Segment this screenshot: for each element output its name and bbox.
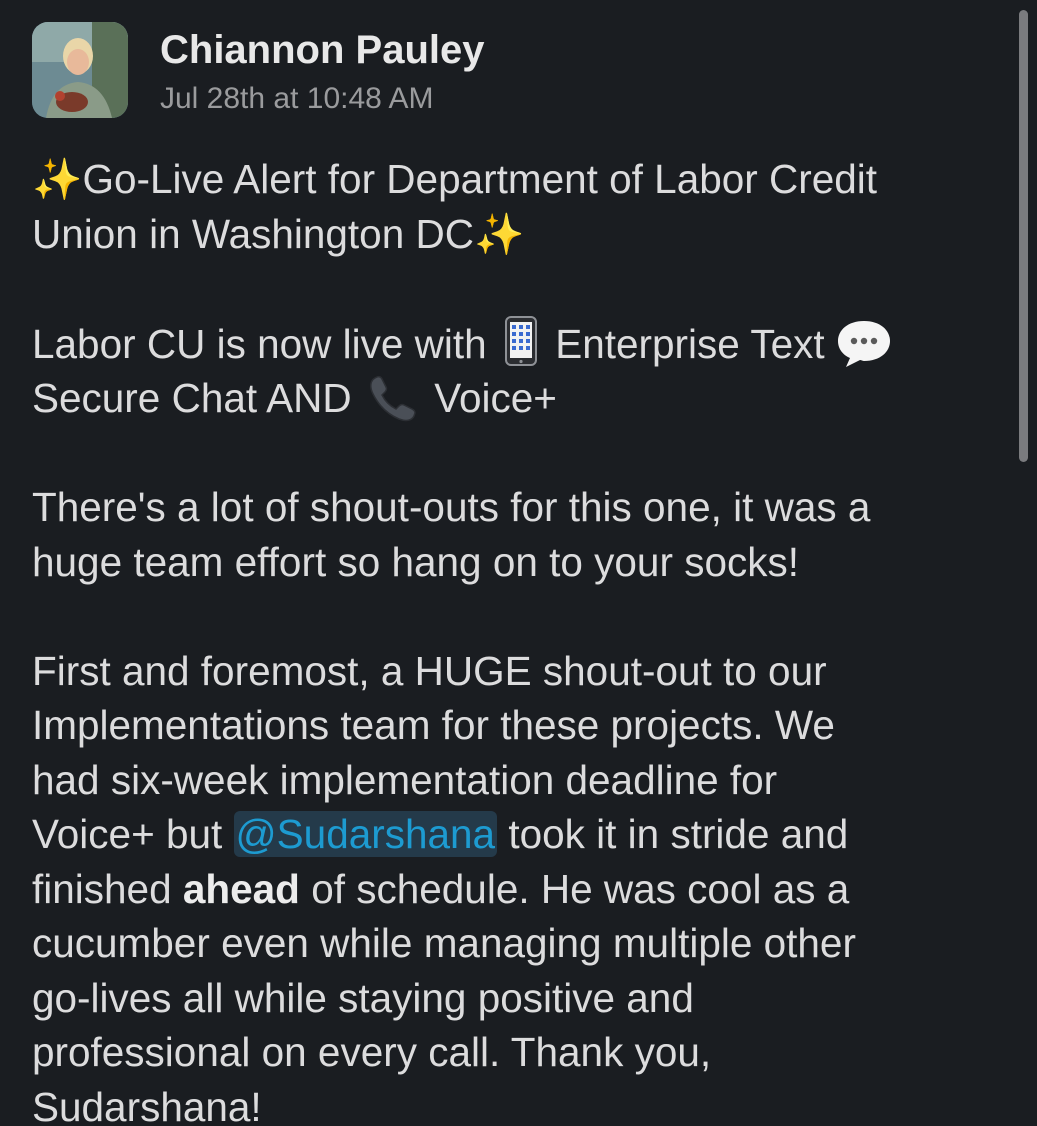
text-line: cucumber even while managing multiple ot… xyxy=(32,920,856,966)
author-name[interactable]: Chiannon Pauley xyxy=(160,28,485,73)
text-line: Union in Washington DC✨ xyxy=(32,207,997,262)
message: Chiannon Pauley Jul 28th at 10:48 AM ✨Go… xyxy=(0,0,1037,1126)
user-mention-sudarshana[interactable]: @Sudarshana xyxy=(233,811,498,857)
text-segment: Union in Washington DC xyxy=(32,210,474,257)
text-segment: Secure Chat AND xyxy=(32,375,352,421)
text-line: finished ahead of schedule. He was cool … xyxy=(32,862,997,917)
text-segment: Voice+ but xyxy=(32,811,223,857)
paragraph-shout-outs: There's a lot of shout-outs for this one… xyxy=(32,480,997,589)
telephone-receiver-icon xyxy=(367,372,419,424)
text-line: had six-week implementation deadline for xyxy=(32,756,778,803)
bold-text: ahead xyxy=(182,865,300,912)
sparkles-icon: ✨ xyxy=(32,155,83,203)
paragraph-live-products: Labor CU is now live with Enterprise Tex… xyxy=(32,315,997,426)
text-line: ✨Go-Live Alert for Department of Labor C… xyxy=(32,152,997,207)
text-line: First and foremost, a HUGE shout-out to … xyxy=(32,647,827,694)
message-timestamp[interactable]: Jul 28th at 10:48 AM xyxy=(160,82,434,116)
scrollbar-thumb[interactable] xyxy=(1019,10,1028,462)
message-body: ✨Go-Live Alert for Department of Labor C… xyxy=(32,152,997,1126)
text-line: go-lives all while staying positive and xyxy=(32,974,694,1021)
text-segment: took it in stride and xyxy=(508,811,849,857)
text-segment: Voice+ xyxy=(434,375,557,421)
text-line: Secure Chat AND Voice+ xyxy=(32,371,997,426)
text-segment: Labor CU is now live with xyxy=(32,320,487,367)
text-line: Labor CU is now live with Enterprise Tex… xyxy=(32,315,997,372)
sparkles-icon: ✨ xyxy=(473,209,525,258)
mobile-phone-icon xyxy=(504,315,538,366)
text-line: There's a lot of shout-outs for this one… xyxy=(32,484,871,530)
text-segment: Enterprise Text xyxy=(555,320,825,367)
paragraph-implementations: First and foremost, a HUGE shout-out to … xyxy=(32,644,997,1126)
avatar-photo-icon xyxy=(32,22,128,118)
text-line: Sudarshana! xyxy=(32,1083,262,1126)
text-line: professional on every call. Thank you, xyxy=(32,1029,712,1075)
text-line: Implementations team for these projects.… xyxy=(32,702,835,748)
paragraph-go-live-alert: ✨Go-Live Alert for Department of Labor C… xyxy=(32,152,997,261)
author-avatar[interactable] xyxy=(32,22,128,118)
text-segment: of schedule. He was cool as a xyxy=(311,865,850,912)
text-segment: Go-Live Alert for Department of Labor Cr… xyxy=(82,156,878,202)
text-segment: finished xyxy=(32,865,172,912)
speech-bubble-icon xyxy=(836,318,892,368)
text-line: Voice+ but @Sudarshana took it in stride… xyxy=(32,807,997,862)
text-line: huge team effort so hang on to your sock… xyxy=(32,538,799,585)
